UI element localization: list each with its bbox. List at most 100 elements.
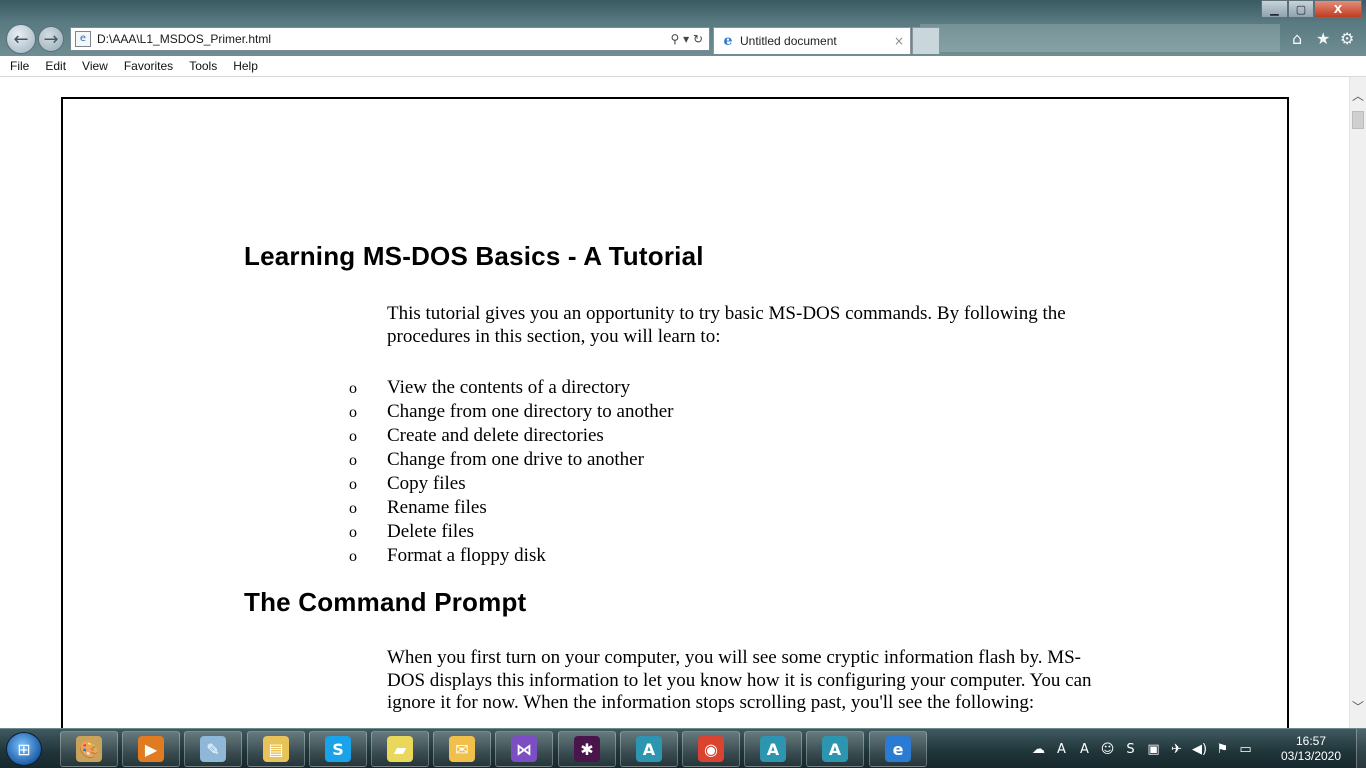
menu-help[interactable]: Help (233, 59, 258, 73)
scroll-down-icon[interactable]: ﹀ (1350, 698, 1366, 714)
list-item: o Delete files (349, 521, 673, 545)
address-bar[interactable]: e D:\AAA\L1_MSDOS_Primer.html ⚲ ▾ ↻ (70, 27, 710, 51)
taskbar-paint-button[interactable]: 🎨 (60, 731, 118, 767)
section-heading: The Command Prompt (244, 587, 527, 617)
list-item-text: View the contents of a directory (387, 377, 631, 398)
taskbar: ⊞ 🎨 ▶ ✎ ▤ S ▰ ✉ ⋈ ✱ A ◉ A Ae ☁ A A ☺ S ▣ ✈ ◀) ⚑ ▭ 16:57 03/13… (0, 728, 1366, 768)
taskbar-visual-studio-button[interactable]: ⋈ (495, 731, 553, 767)
home-icon[interactable]: ⌂ (1292, 29, 1302, 48)
list-item-text: Delete files (387, 521, 475, 542)
bullet-icon: o (349, 548, 357, 565)
learning-list: o View the contents of a directory o Chang… (349, 377, 673, 569)
taskbar-explorer-button[interactable]: ▤ (247, 731, 305, 767)
menu-file[interactable]: File (10, 59, 29, 73)
tray-icon-0[interactable]: ☁ (1030, 742, 1047, 757)
list-item-text: Rename files (387, 497, 487, 518)
list-item: o Rename files (349, 497, 673, 521)
bullet-icon: o (349, 428, 357, 445)
forward-button[interactable]: → (38, 26, 64, 52)
visual-studio-icon: ⋈ (511, 736, 537, 762)
scroll-thumb[interactable] (1352, 111, 1364, 129)
media-player-icon: ▶ (138, 736, 164, 762)
tray-icon-7[interactable]: ◀) (1191, 742, 1208, 757)
taskbar-notepad-button[interactable]: ✎ (184, 731, 242, 767)
list-item: o Format a floppy disk (349, 545, 673, 569)
taskbar-outlook-button[interactable]: ✉ (433, 731, 491, 767)
taskbar-arduino-2-button[interactable]: A (744, 731, 802, 767)
internet-explorer-icon: e (885, 736, 911, 762)
tray-icon-3[interactable]: ☺ (1099, 742, 1116, 757)
ie-tab-icon: e (723, 33, 733, 49)
list-item: o Copy files (349, 473, 673, 497)
bullet-icon: o (349, 380, 357, 397)
list-item: o Change from one drive to another (349, 449, 673, 473)
taskbar-skype-button[interactable]: S (309, 731, 367, 767)
forward-arrow-icon: → (43, 28, 59, 50)
bullet-icon: o (349, 404, 357, 421)
system-tray: ☁ A A ☺ S ▣ ✈ ◀) ⚑ ▭ (1030, 739, 1254, 759)
tray-icon-9[interactable]: ▭ (1237, 742, 1254, 757)
scroll-up-icon[interactable]: ︿ (1350, 87, 1366, 103)
bullet-icon: o (349, 452, 357, 469)
tray-icon-1[interactable]: A (1053, 742, 1070, 757)
tray-icon-8[interactable]: ⚑ (1214, 742, 1231, 757)
menu-bar: File Edit View Favorites Tools Help (0, 56, 1366, 77)
tab-close-icon[interactable]: × (894, 34, 904, 48)
gear-icon[interactable]: ⚙ (1340, 29, 1354, 48)
favorites-star-icon[interactable]: ★ (1316, 29, 1330, 48)
start-button[interactable]: ⊞ (6, 732, 42, 766)
address-controls[interactable]: ⚲ ▾ ↻ (671, 32, 704, 46)
outlook-icon: ✉ (449, 736, 475, 762)
list-item-text: Change from one drive to another (387, 449, 644, 470)
list-item-text: Format a floppy disk (387, 545, 546, 566)
close-button[interactable]: X (1314, 0, 1362, 18)
arduino-icon: A (636, 736, 662, 762)
tray-icon-2[interactable]: A (1076, 742, 1093, 757)
slack-icon: ✱ (574, 736, 600, 762)
maximize-button[interactable]: ▢ (1288, 0, 1314, 18)
vertical-scrollbar[interactable]: ︿ ﹀ (1349, 77, 1366, 728)
back-arrow-icon: ← (13, 28, 29, 50)
tab-title: Untitled document (740, 34, 837, 48)
menu-tools[interactable]: Tools (189, 59, 217, 73)
skype-icon: S (325, 736, 351, 762)
intro-paragraph: This tutorial gives you an opportunity t… (387, 303, 1066, 347)
taskbar-slack-button[interactable]: ✱ (558, 731, 616, 767)
command-prompt-paragraph: When you first turn on your computer, yo… (387, 647, 1092, 713)
list-item-text: Create and delete directories (387, 425, 604, 446)
list-item: o Change from one directory to another (349, 401, 673, 425)
menu-view[interactable]: View (82, 59, 108, 73)
show-desktop-button[interactable] (1356, 729, 1366, 768)
tray-icon-4[interactable]: S (1122, 742, 1139, 757)
menu-edit[interactable]: Edit (45, 59, 66, 73)
chrome-icon: ◉ (698, 736, 724, 762)
arduino-2-icon: A (760, 736, 786, 762)
taskbar-media-player-button[interactable]: ▶ (122, 731, 180, 767)
taskbar-arduino-3-button[interactable]: A (806, 731, 864, 767)
content-viewport: Learning MS-DOS Basics - A Tutorial This… (0, 77, 1349, 728)
clock-time: 16:57 (1295, 734, 1327, 748)
tray-icon-6[interactable]: ✈ (1168, 742, 1185, 757)
page-title: Learning MS-DOS Basics - A Tutorial (244, 241, 704, 271)
taskbar-sticky-notes-button[interactable]: ▰ (371, 731, 429, 767)
clock-date: 03/13/2020 (1280, 749, 1342, 763)
paint-icon: 🎨 (76, 736, 102, 762)
new-tab-button[interactable] (912, 27, 940, 54)
minimize-button[interactable]: ▁ (1261, 0, 1288, 18)
taskbar-arduino-button[interactable]: A (620, 731, 678, 767)
taskbar-internet-explorer-button[interactable]: e (869, 731, 927, 767)
list-item: o View the contents of a directory (349, 377, 673, 401)
address-url[interactable]: D:\AAA\L1_MSDOS_Primer.html (97, 32, 671, 46)
bullet-icon: o (349, 500, 357, 517)
back-button[interactable]: ← (6, 24, 36, 54)
menu-favorites[interactable]: Favorites (124, 59, 173, 73)
title-bar: ← → e D:\AAA\L1_MSDOS_Primer.html ⚲ ▾ ↻ … (0, 0, 1366, 56)
bullet-icon: o (349, 524, 357, 541)
tray-icon-5[interactable]: ▣ (1145, 742, 1162, 757)
tab-untitled-document[interactable]: e Untitled document × (713, 27, 911, 54)
windows-logo-icon: ⊞ (17, 739, 31, 759)
clock[interactable]: 16:57 03/13/2020 (1276, 734, 1346, 764)
sticky-notes-icon: ▰ (387, 736, 413, 762)
taskbar-chrome-button[interactable]: ◉ (682, 731, 740, 767)
list-item-text: Copy files (387, 473, 466, 494)
